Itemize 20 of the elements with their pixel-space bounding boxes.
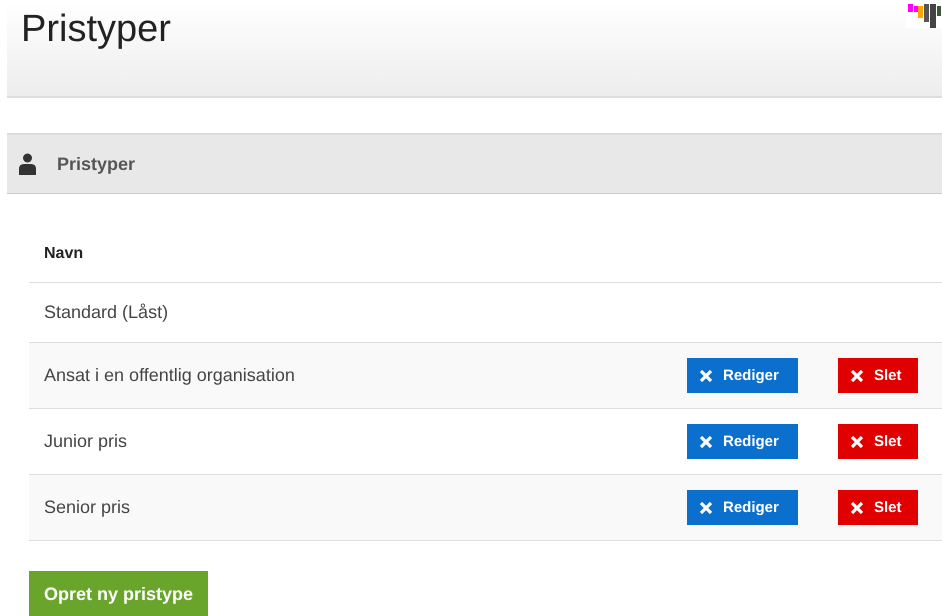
logo-icon: [906, 2, 942, 28]
close-icon: [850, 368, 864, 382]
close-icon: [850, 500, 864, 514]
delete-button[interactable]: Slet: [838, 490, 918, 525]
page-title: Pristyper: [21, 7, 171, 51]
table-cell: Senior pris: [29, 474, 687, 540]
column-header: Navn: [29, 225, 687, 282]
close-icon: [699, 434, 713, 448]
close-icon: [850, 434, 864, 448]
delete-button[interactable]: Slet: [838, 424, 918, 459]
close-icon: [699, 368, 713, 382]
create-button[interactable]: Opret ny pristype: [29, 571, 208, 616]
edit-button[interactable]: Rediger: [687, 424, 798, 459]
close-icon: [699, 500, 713, 514]
panel-title: Pristyper: [57, 154, 136, 174]
user-icon: [19, 153, 36, 175]
delete-button[interactable]: Slet: [838, 358, 918, 393]
table-cell: Ansat i en offentlig organisation: [29, 342, 687, 408]
edit-button[interactable]: Rediger: [687, 358, 798, 393]
edit-button[interactable]: Rediger: [687, 490, 798, 525]
